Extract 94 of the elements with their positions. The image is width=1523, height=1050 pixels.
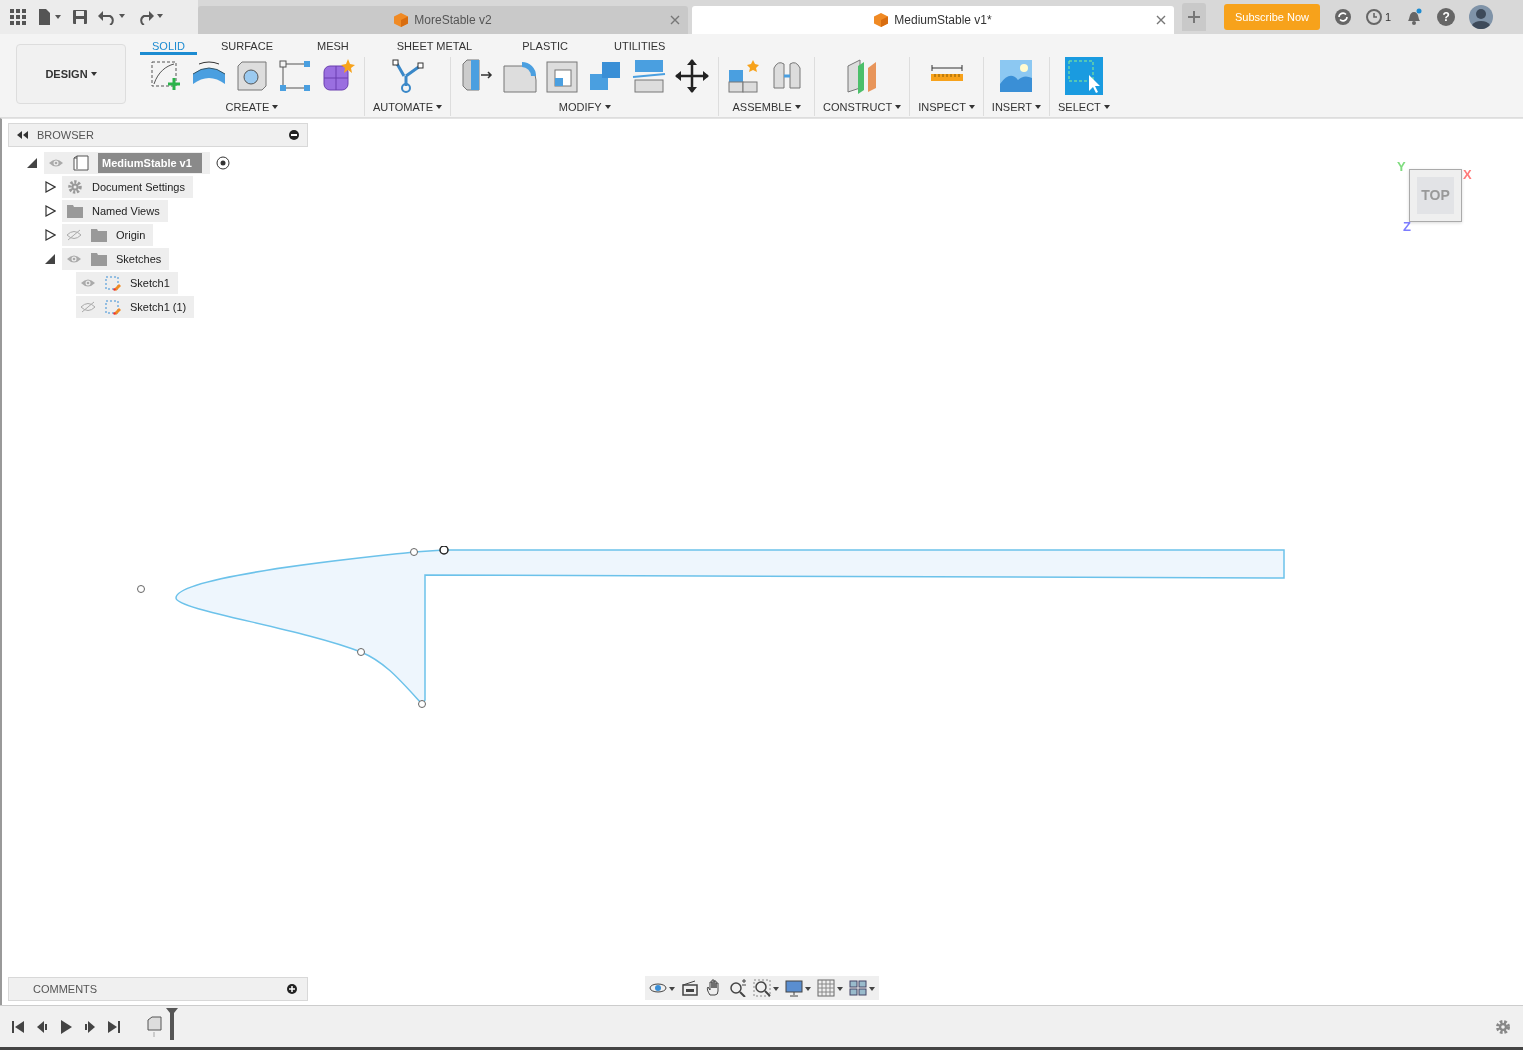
sketch-point: [410, 548, 418, 556]
caret-icon: [895, 105, 902, 110]
caret-icon: [968, 105, 975, 110]
step-back-icon[interactable]: [36, 1019, 50, 1034]
caret-icon: [90, 72, 97, 76]
folder-icon: [90, 227, 108, 243]
sketch-point: [418, 700, 426, 708]
toolbar-tab[interactable]: SURFACE: [197, 38, 293, 55]
caret-icon: [1103, 105, 1110, 110]
job-count: 1: [1385, 9, 1392, 25]
view-cube-face: TOP: [1417, 177, 1454, 214]
tree-item[interactable]: Sketch1: [76, 272, 178, 294]
cube-icon: [874, 13, 889, 27]
layered-slab-icon[interactable]: [631, 58, 668, 94]
sketch-point: [137, 585, 145, 593]
axis-label: Y: [1397, 158, 1406, 176]
component-icon: [72, 155, 90, 171]
display-icon[interactable]: [785, 979, 811, 997]
tool-group-menu[interactable]: CONSTRUCT: [823, 99, 902, 116]
folder-icon: [66, 203, 84, 219]
collapsed-triangle-icon[interactable]: [44, 181, 56, 193]
tool-group-menu[interactable]: INSPECT: [918, 99, 975, 116]
look-at-icon[interactable]: [681, 979, 699, 997]
caret-icon: [272, 105, 279, 110]
axis-label: X: [1463, 166, 1472, 184]
sketch-point: [357, 648, 365, 656]
close-icon[interactable]: [670, 15, 680, 25]
tree-item[interactable]: Named Views: [62, 200, 168, 222]
save-icon[interactable]: [72, 9, 88, 25]
tree-item[interactable]: Sketches: [62, 248, 170, 270]
cube-star-icon[interactable]: [320, 58, 356, 94]
sketch-point: [439, 546, 449, 555]
workspace-button[interactable]: DESIGN: [16, 44, 126, 104]
toolbar-tab[interactable]: MESH: [293, 38, 373, 55]
tree-item[interactable]: Origin: [62, 224, 154, 246]
toolbar-tab[interactable]: SHEET METAL: [372, 38, 497, 55]
active-radio-icon[interactable]: [215, 156, 230, 170]
collapsed-triangle-icon[interactable]: [44, 205, 56, 217]
refresh-icon[interactable]: [1334, 8, 1352, 26]
new-tab-button[interactable]: [1182, 3, 1206, 31]
toolbar-tab[interactable]: PLASTIC: [496, 38, 594, 55]
clock-icon[interactable]: [1366, 9, 1382, 25]
tree-item[interactable]: Sketch1 (1): [76, 296, 195, 318]
panel-title: BROWSER: [37, 127, 95, 143]
playhead-marker-icon[interactable]: [166, 1007, 178, 1040]
file-icon[interactable]: [36, 9, 62, 25]
axis-label: Z: [1403, 218, 1411, 236]
settings-icon[interactable]: [1495, 1018, 1511, 1035]
expanded-triangle-icon[interactable]: [26, 157, 38, 169]
plus-circle-icon[interactable]: [287, 984, 297, 994]
grid-icon[interactable]: [817, 979, 843, 997]
document-tab[interactable]: MoreStable v2: [198, 6, 688, 34]
tool-group-menu[interactable]: SELECT: [1058, 99, 1110, 116]
skip-start-icon[interactable]: [12, 1019, 26, 1034]
linked-squares-icon[interactable]: [277, 58, 313, 94]
play-icon[interactable]: [60, 1019, 74, 1034]
document-tab[interactable]: MediumStable v1*: [692, 6, 1174, 34]
tool-group-menu[interactable]: ASSEMBLE: [732, 99, 801, 116]
caret-icon: [794, 105, 801, 110]
image-icon[interactable]: [998, 58, 1035, 94]
tool-group-menu[interactable]: INSERT: [991, 99, 1041, 116]
panel-title: COMMENTS: [33, 981, 98, 997]
cube-icon: [394, 13, 409, 27]
zoom-icon[interactable]: [729, 979, 747, 997]
move-arrows-icon[interactable]: [674, 58, 711, 94]
tool-group-menu[interactable]: CREATE: [225, 99, 279, 116]
zoom-window-icon[interactable]: [753, 979, 779, 997]
viewports-icon[interactable]: [849, 979, 875, 997]
collapse-arrows-icon[interactable]: [17, 131, 29, 139]
plus-icon: [1188, 11, 1200, 23]
toolbar-tab[interactable]: UTILITIES: [594, 38, 686, 55]
caret-icon: [604, 105, 611, 110]
avatar-icon[interactable]: [1469, 5, 1494, 29]
branch-node-icon[interactable]: [389, 58, 426, 94]
selection-icon[interactable]: [1064, 57, 1103, 95]
undo-icon[interactable]: [98, 9, 126, 25]
tool-group-menu[interactable]: MODIFY: [558, 99, 611, 116]
help-button[interactable]: ?: [1437, 8, 1456, 26]
tree-item[interactable]: Document Settings: [62, 176, 193, 198]
gear-icon: [66, 179, 84, 195]
folder-icon: [90, 251, 108, 267]
skip-end-icon[interactable]: [108, 1019, 122, 1034]
caret-icon: [1035, 105, 1041, 110]
expanded-triangle-icon[interactable]: [44, 253, 56, 265]
sketch-icon: [104, 299, 122, 315]
tool-group-menu[interactable]: AUTOMATE: [373, 99, 443, 116]
caret-icon: [436, 105, 443, 110]
sketch-icon: [104, 275, 122, 291]
collapsed-triangle-icon[interactable]: [44, 229, 56, 241]
minus-circle-icon[interactable]: [289, 130, 299, 140]
hole-box-icon[interactable]: [234, 58, 270, 94]
bell-icon[interactable]: [1405, 8, 1424, 26]
close-icon[interactable]: [1156, 15, 1166, 25]
app-grid-icon[interactable]: [10, 9, 26, 25]
